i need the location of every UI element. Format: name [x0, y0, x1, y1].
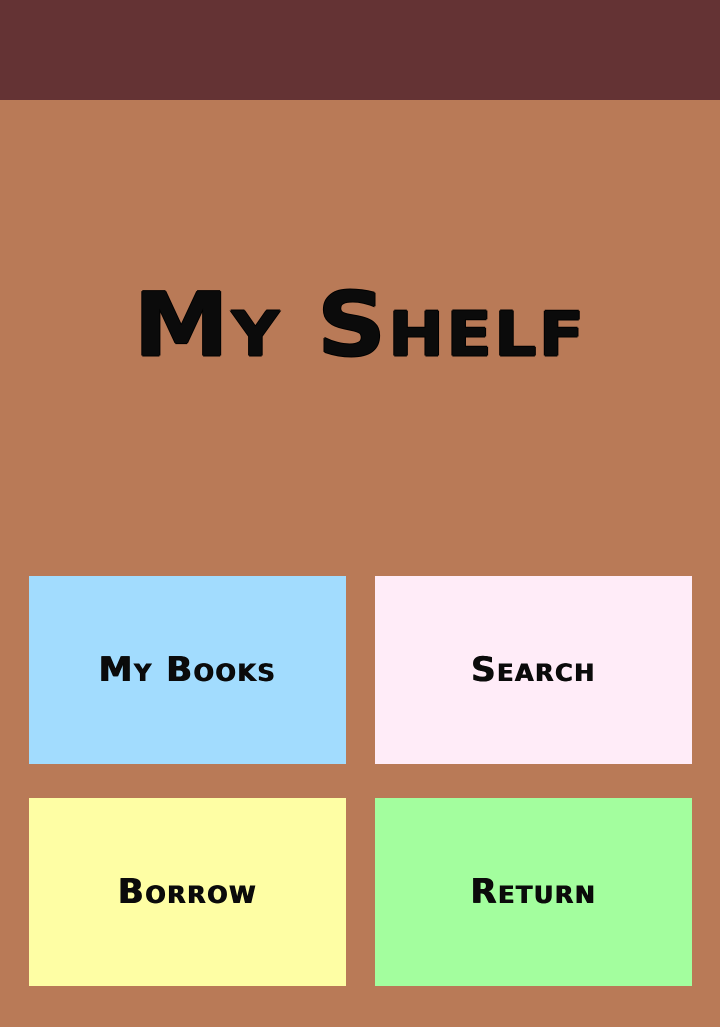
borrow-label: Borrow [117, 872, 258, 912]
top-bar [0, 0, 720, 100]
return-button[interactable]: Return [375, 798, 692, 986]
my-books-label: My Books [98, 650, 277, 690]
app-title: My Shelf [133, 273, 587, 377]
borrow-button[interactable]: Borrow [29, 798, 346, 986]
return-label: Return [470, 872, 597, 912]
search-button[interactable]: Search [375, 576, 692, 764]
search-label: Search [471, 650, 596, 690]
my-books-button[interactable]: My Books [29, 576, 346, 764]
